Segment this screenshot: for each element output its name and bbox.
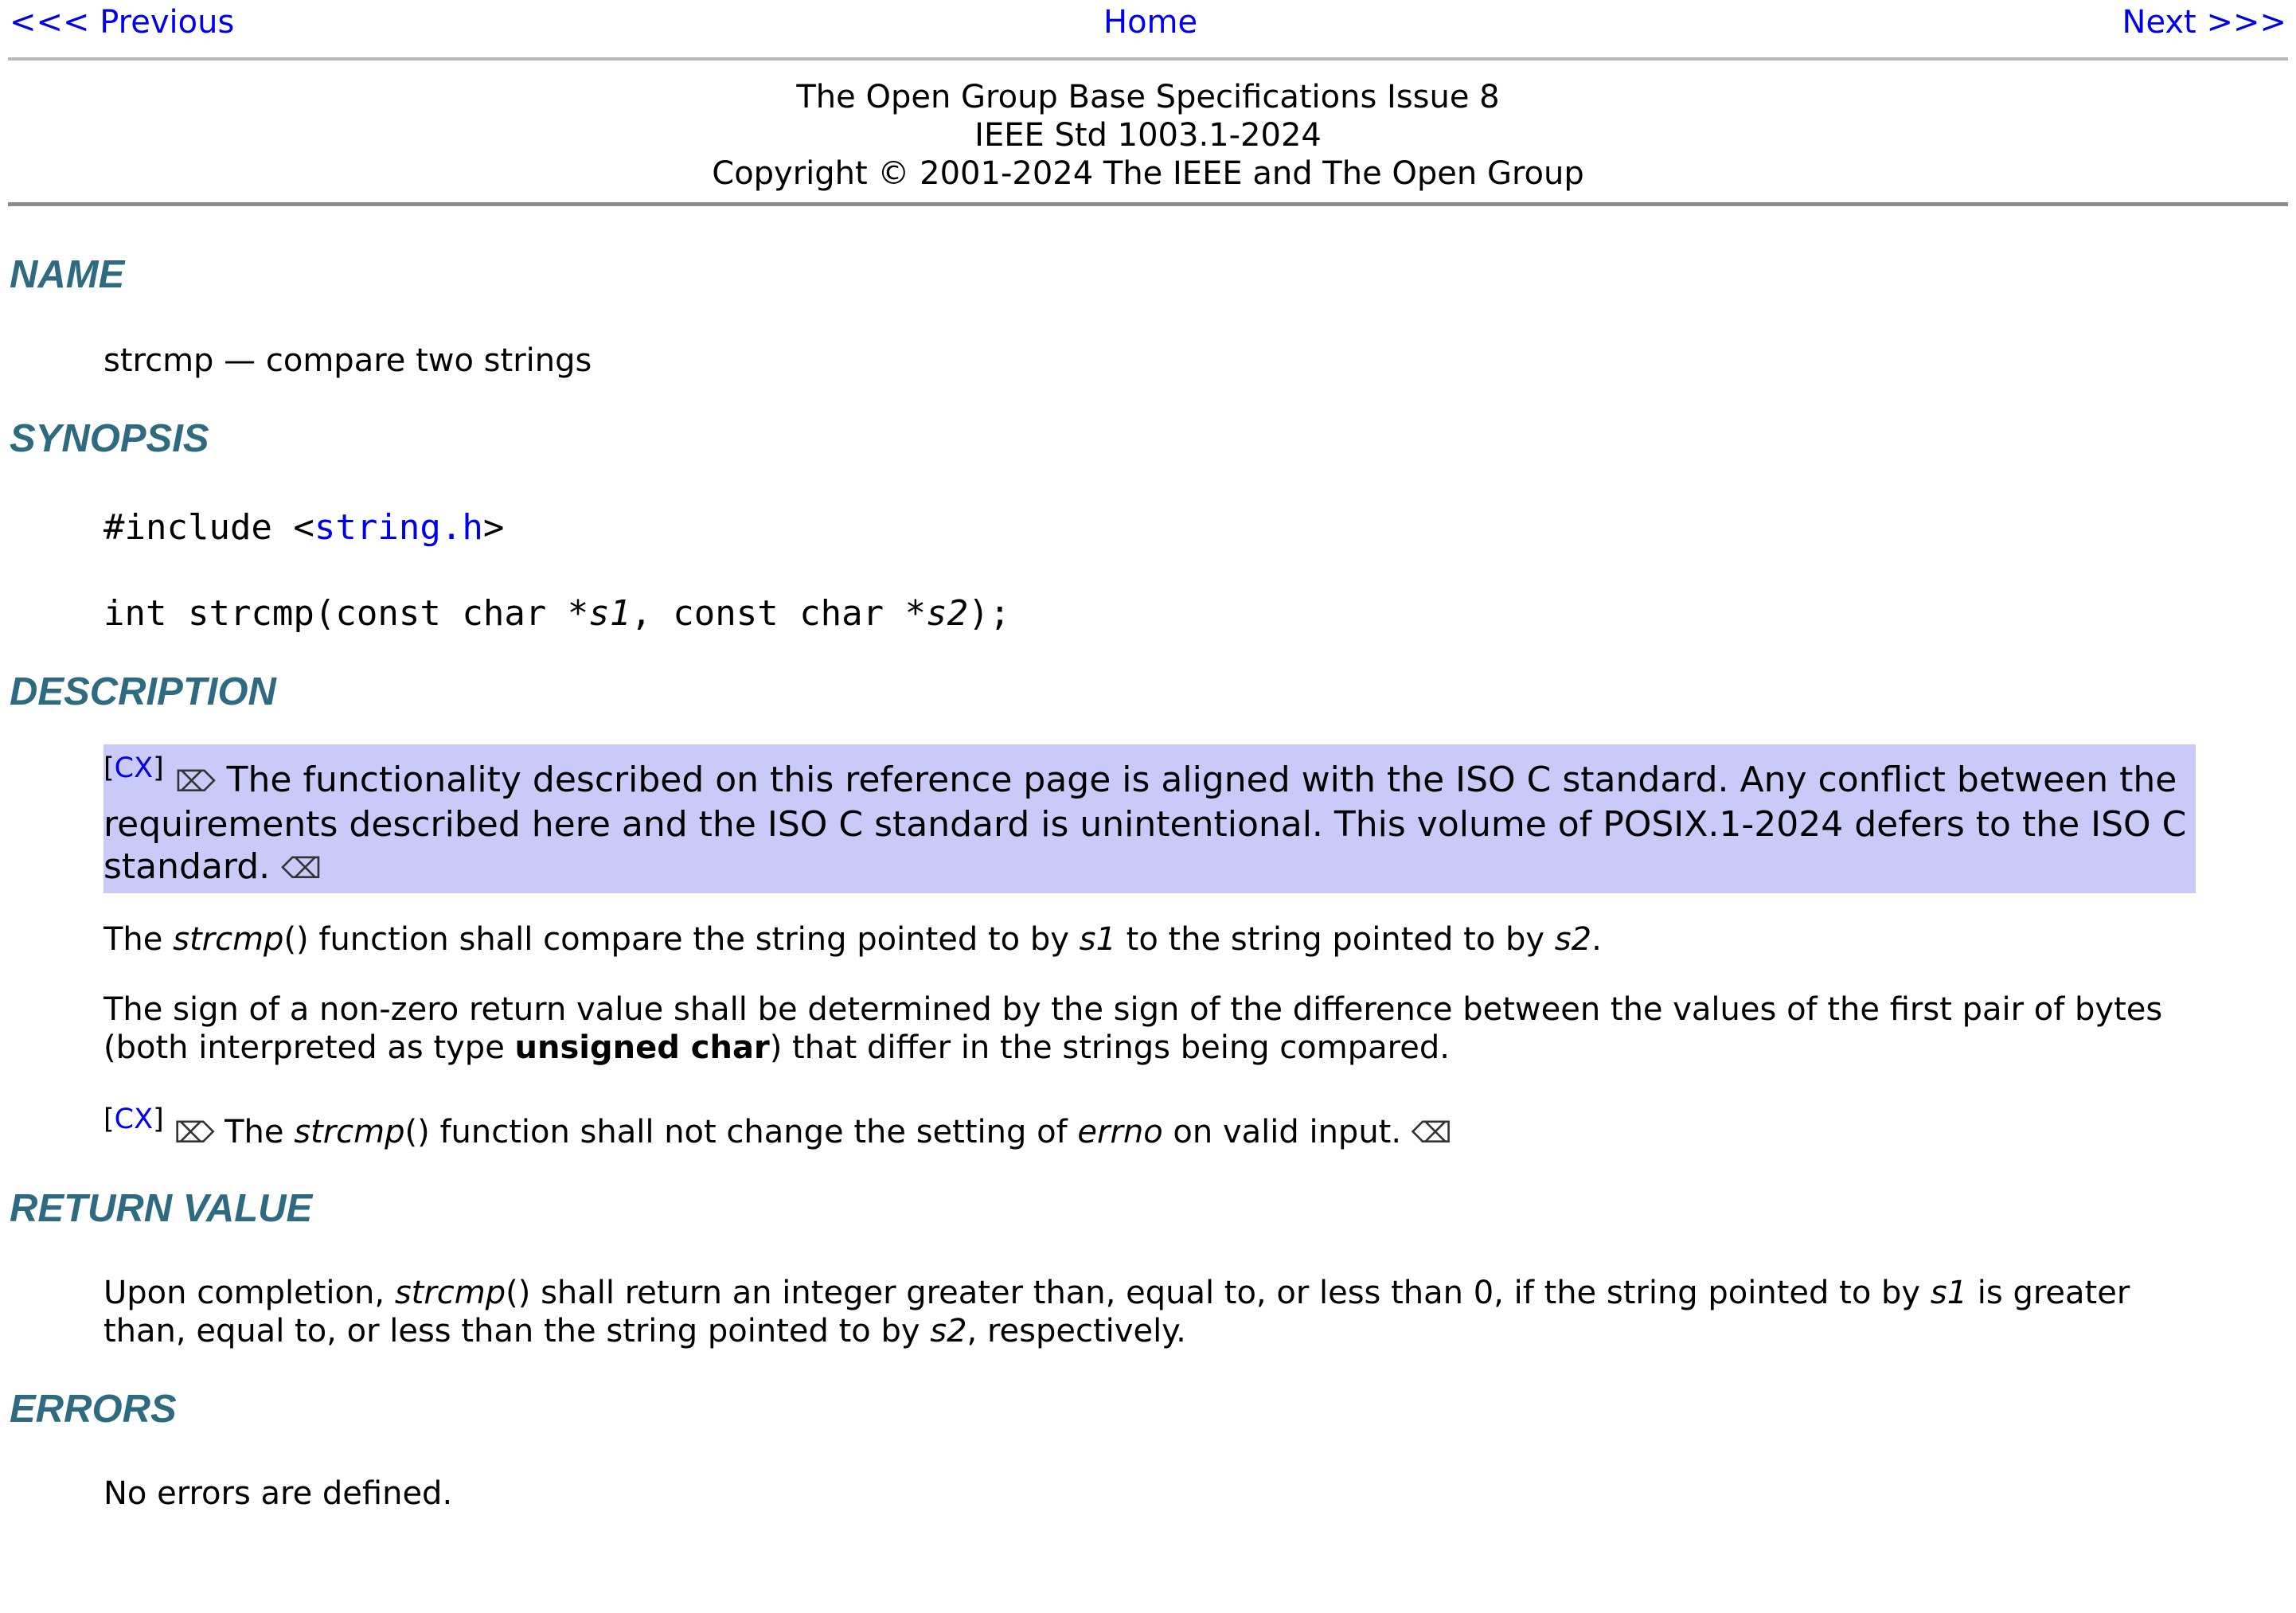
func-name: strcmp	[173, 921, 284, 958]
synopsis-code: #include <string.h> int strcmp(const cha…	[0, 506, 2296, 636]
param-s2: s2	[930, 1313, 967, 1349]
text: () function shall compare the string poi…	[283, 921, 1080, 958]
param-s1: s1	[1079, 921, 1116, 958]
name-text: strcmp — compare two strings	[103, 342, 592, 379]
spec-title: The Open Group Base Specifications Issue…	[796, 79, 1500, 115]
text: on valid input.	[1162, 1114, 1412, 1150]
cx-link[interactable]: CX	[115, 1103, 153, 1135]
cx-end-icon: ⌫	[1411, 1117, 1452, 1150]
cx-start-icon: ⌦	[174, 766, 216, 799]
proto-part: , const char *	[631, 593, 927, 634]
errors-text: No errors are defined.	[103, 1475, 453, 1512]
home-link[interactable]: Home	[1103, 2, 1197, 43]
text: Upon completion,	[103, 1275, 395, 1311]
text: to the string pointed to by	[1115, 921, 1555, 958]
text: () shall return an integer greater than,…	[506, 1275, 1931, 1311]
cx-start-icon: ⌦	[174, 1117, 215, 1150]
cx-shaded-block: [CX] ⌦ The functionality described on th…	[103, 744, 2196, 893]
text: The	[214, 1114, 295, 1150]
errno-name: errno	[1077, 1114, 1163, 1150]
top-navigation: <<< Previous Home Next >>>	[0, 0, 2296, 45]
header-divider	[8, 202, 2288, 206]
text: ) that differ in the strings being compa…	[769, 1029, 1450, 1066]
param-s1: s1	[588, 593, 631, 634]
prototype-line: int strcmp(const char *s1, const char *s…	[103, 592, 2200, 636]
text: , respectively.	[966, 1313, 1186, 1349]
description-paragraph-2: The sign of a non-zero return value shal…	[103, 990, 2200, 1067]
spec-copyright: Copyright © 2001-2024 The IEEE and The O…	[712, 155, 1584, 192]
cx-text: The functionality described on this refe…	[103, 760, 2187, 887]
func-name: strcmp	[394, 1275, 506, 1311]
include-prefix: #include <	[103, 507, 314, 548]
proto-part: int strcmp(const char *	[103, 593, 589, 634]
section-heading-errors: ERRORS	[10, 1388, 177, 1431]
section-heading-description: DESCRIPTION	[10, 670, 276, 713]
cx-link[interactable]: CX	[115, 752, 153, 784]
param-s2: s2	[926, 593, 969, 634]
string-h-link[interactable]: string.h	[314, 507, 483, 548]
text: The	[103, 921, 174, 958]
param-s2: s2	[1554, 921, 1592, 958]
next-link[interactable]: Next >>>	[2122, 2, 2286, 43]
proto-part: );	[968, 593, 1011, 634]
text: () function shall not change the setting…	[404, 1114, 1078, 1150]
section-heading-return-value: RETURN VALUE	[10, 1187, 313, 1230]
spec-header: The Open Group Base Specifications Issue…	[0, 61, 2296, 193]
description-paragraph-3: [CX] ⌦ The strcmp() function shall not c…	[103, 1100, 2200, 1153]
cx-label: [CX]	[103, 752, 164, 784]
type-name: unsigned char	[514, 1029, 770, 1066]
section-heading-synopsis: SYNOPSIS	[10, 417, 209, 460]
cx-end-icon: ⌫	[281, 853, 322, 885]
previous-link[interactable]: <<< Previous	[10, 2, 234, 43]
include-line: #include <string.h>	[103, 506, 2200, 550]
text: .	[1591, 921, 1602, 958]
cx-label: [CX]	[103, 1103, 164, 1135]
section-heading-name: NAME	[10, 253, 125, 296]
return-value-text: Upon completion, strcmp() shall return a…	[103, 1274, 2200, 1350]
spec-standard: IEEE Std 1003.1-2024	[974, 117, 1322, 154]
param-s1: s1	[1930, 1275, 1968, 1311]
description-paragraph-1: The strcmp() function shall compare the …	[103, 920, 2200, 959]
include-suffix: >	[482, 507, 505, 548]
func-name: strcmp	[294, 1114, 405, 1150]
